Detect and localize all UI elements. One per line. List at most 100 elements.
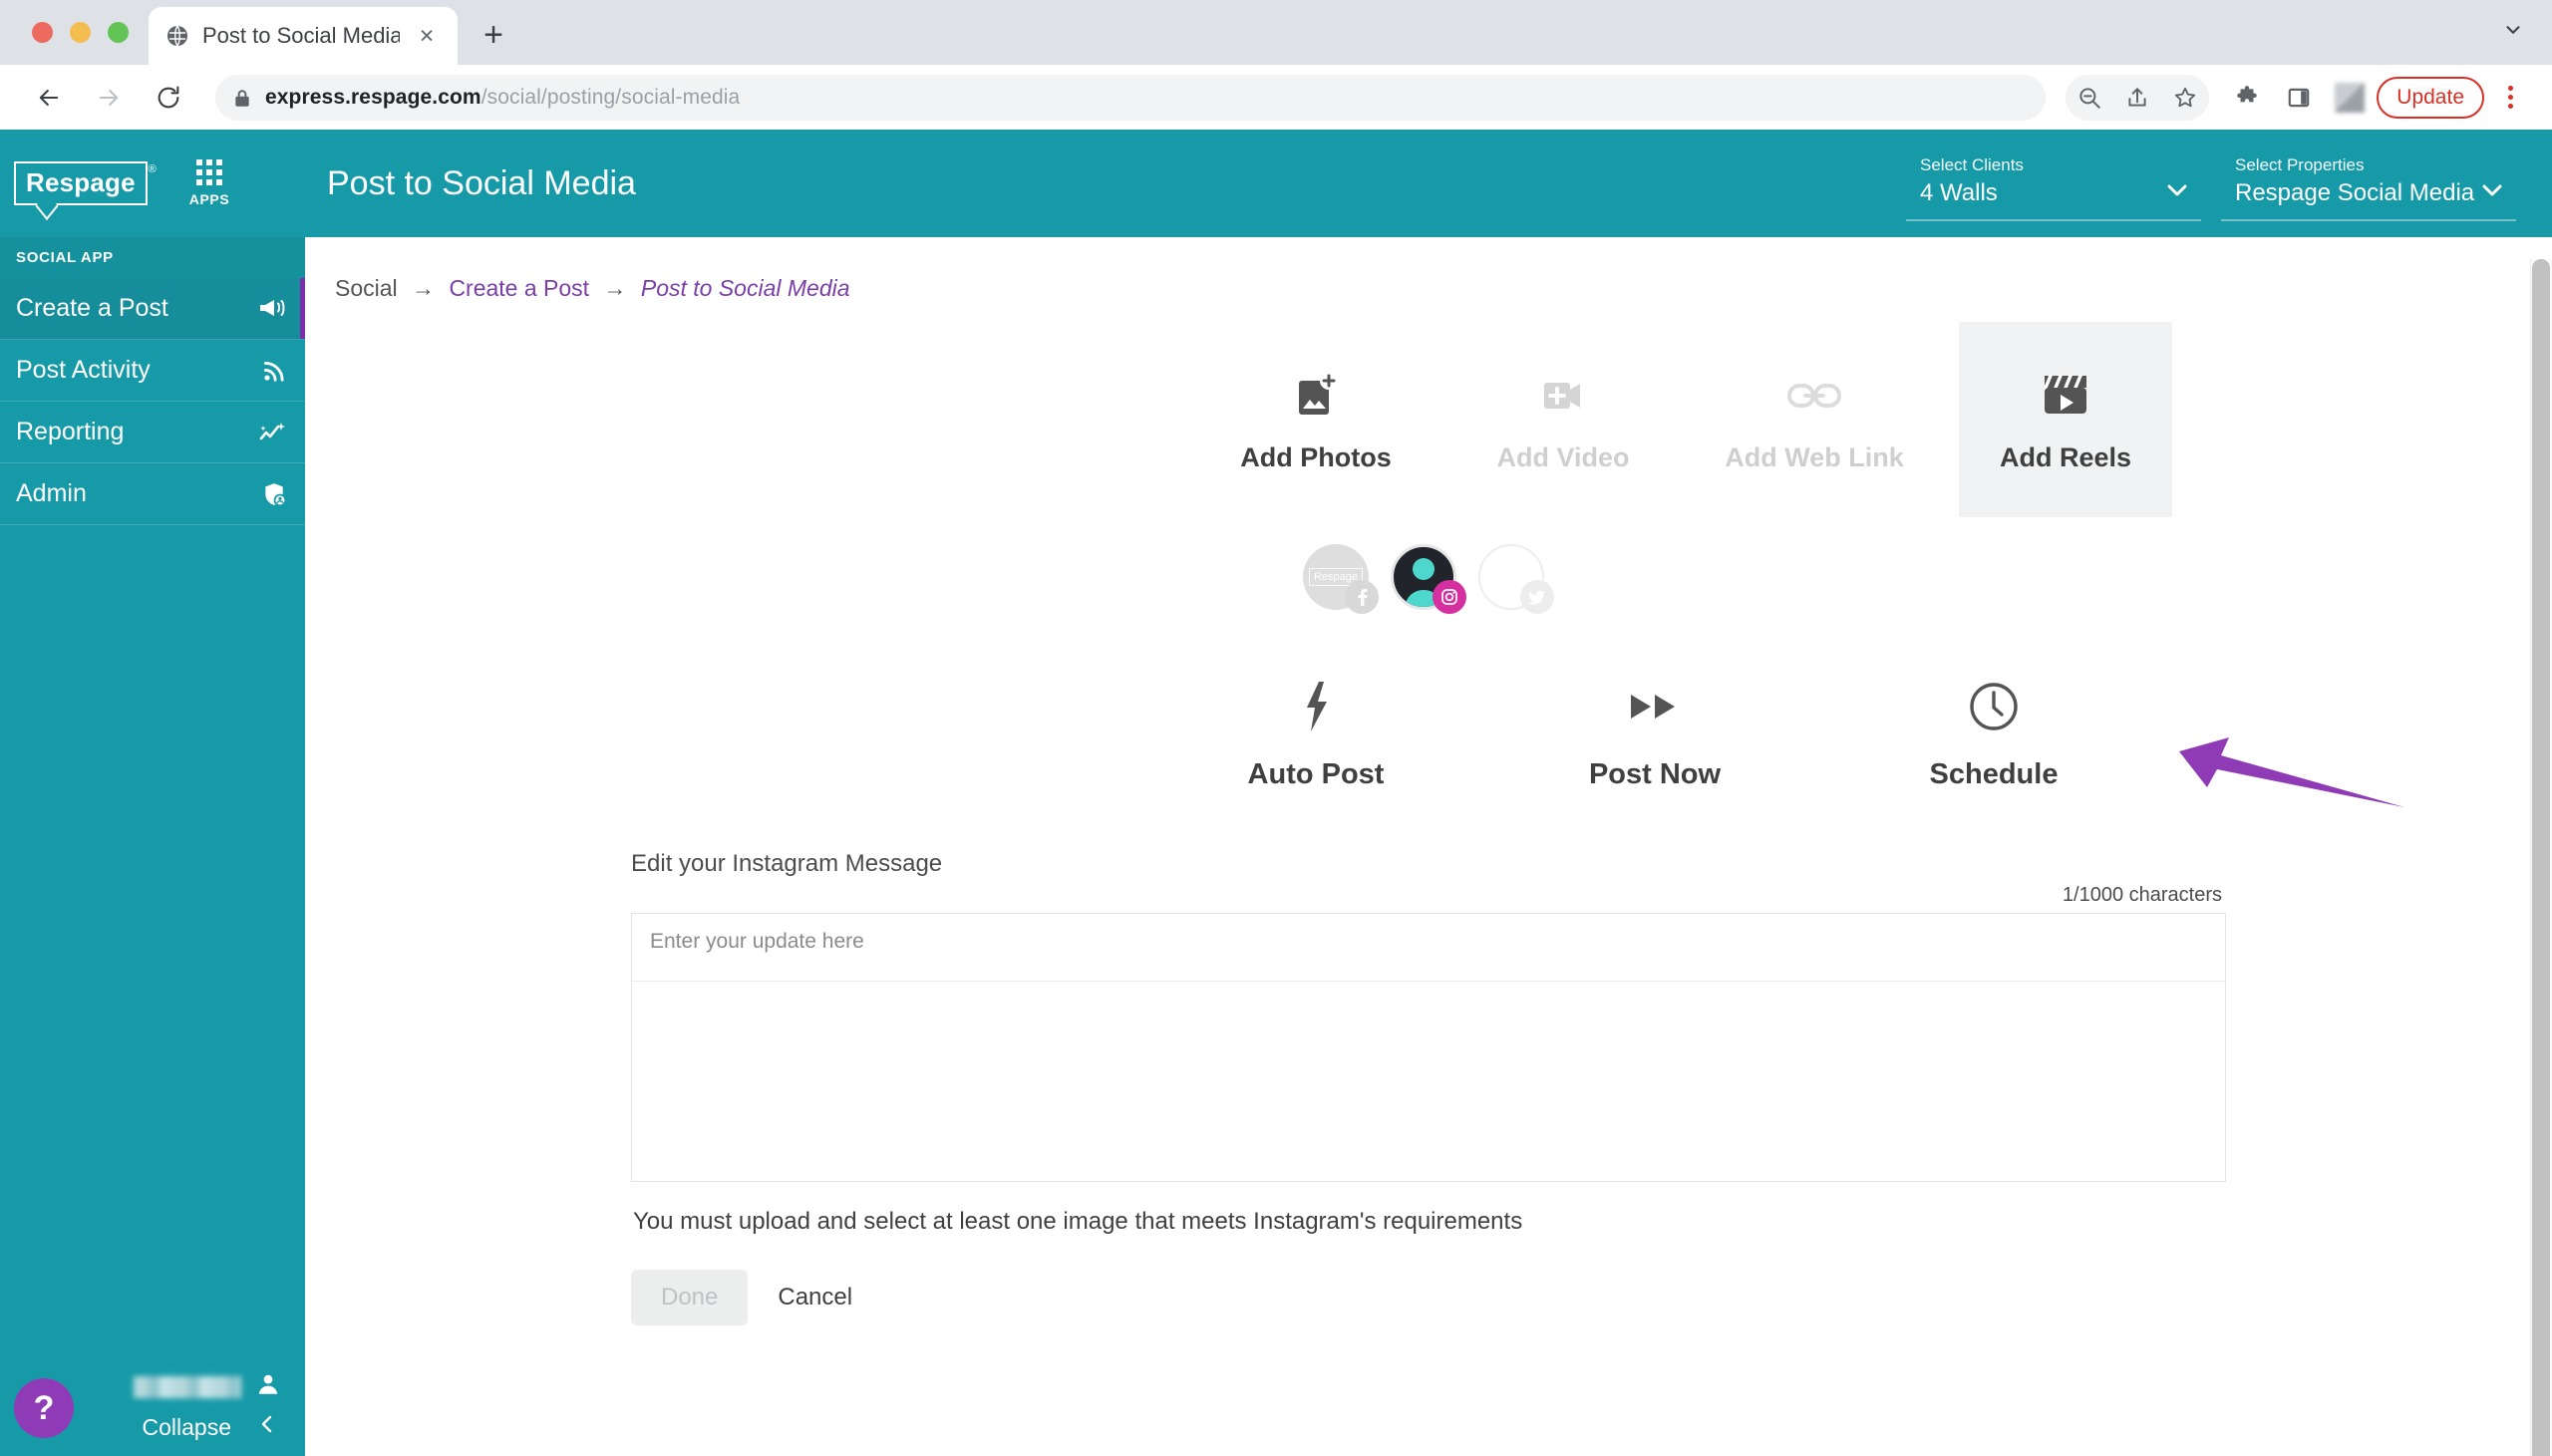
side-panel-icon[interactable] <box>2275 74 2323 122</box>
back-button[interactable] <box>22 71 76 125</box>
puzzle-icon[interactable] <box>2223 74 2271 122</box>
select-clients-label: Select Clients <box>1920 155 2024 174</box>
clock-icon <box>1968 679 2020 734</box>
post-now-label: Post Now <box>1588 757 1722 790</box>
message-editor-label: Edit your Instagram Message <box>631 850 943 877</box>
media-type-row: Add Photos Add Video Add Web Link Add Re… <box>631 322 2226 517</box>
sidebar-item-reporting[interactable]: Reporting <box>0 402 305 463</box>
sidebar-header: Respage ® APPS <box>0 130 305 237</box>
window-traffic-lights <box>0 22 129 65</box>
brand-logo[interactable]: Respage ® <box>14 161 157 205</box>
browser-tool-icons: Update <box>2223 74 2530 122</box>
sidebar-item-post-activity[interactable]: Post Activity <box>0 340 305 402</box>
page-scrollbar-track[interactable] <box>2530 259 2552 1456</box>
add-reels-label: Add Reels <box>1999 441 2132 472</box>
breadcrumb-separator: → <box>603 275 627 301</box>
address-bar-url: express.respage.com/social/posting/socia… <box>265 86 740 110</box>
minimize-window-button[interactable] <box>70 22 91 43</box>
browser-tabstrip: Post to Social Media × + <box>0 0 2552 65</box>
sidebar-item-label: Reporting <box>16 418 125 445</box>
message-textarea-placeholder: Enter your update here <box>650 930 864 953</box>
apps-label: APPS <box>188 191 230 207</box>
select-clients-value: 4 Walls <box>1920 179 1998 206</box>
add-web-link-card[interactable]: Add Web Link <box>1708 322 1921 517</box>
kebab-menu-icon[interactable] <box>2490 74 2530 122</box>
add-video-card[interactable]: Add Video <box>1456 322 1670 517</box>
form-buttons: Done Cancel <box>631 1236 2226 1325</box>
add-web-link-label: Add Web Link <box>1725 441 1904 472</box>
facebook-icon <box>1345 580 1379 614</box>
validation-warning: You must upload and select at least one … <box>633 1208 1523 1235</box>
breadcrumb: Social → Create a Post → Post to Social … <box>305 237 2552 302</box>
sidebar-item-admin[interactable]: Admin <box>0 463 305 525</box>
reload-button[interactable] <box>142 71 195 125</box>
chevron-down-icon[interactable] <box>2502 19 2524 47</box>
lock-icon <box>233 89 251 107</box>
select-properties-value: Respage Social Media <box>2235 179 2475 206</box>
add-photo-icon <box>1289 367 1343 425</box>
add-reels-card[interactable]: Add Reels <box>1959 322 2172 517</box>
account-facebook[interactable]: Respage <box>1303 544 1379 614</box>
schedule-card[interactable]: Schedule <box>1887 637 2100 832</box>
browser-tab-title: Post to Social Media <box>202 23 400 48</box>
rss-feed-icon <box>253 358 287 384</box>
post-now-card[interactable]: Post Now <box>1548 637 1761 832</box>
maximize-window-button[interactable] <box>108 22 129 43</box>
share-icon[interactable] <box>2113 74 2161 122</box>
post-action-row: Auto Post Post Now Schedule <box>631 637 2226 832</box>
chevron-down-icon <box>2167 180 2187 203</box>
help-button[interactable]: ? <box>14 1378 74 1438</box>
update-button[interactable]: Update <box>2377 76 2484 119</box>
new-tab-button[interactable]: + <box>468 9 519 61</box>
schedule-label: Schedule <box>1929 757 2059 790</box>
sidebar-item-label: Post Activity <box>16 356 151 384</box>
url-domain: express.respage.com <box>265 85 481 109</box>
add-photos-label: Add Photos <box>1240 441 1392 472</box>
search-minus-icon[interactable] <box>2066 74 2113 122</box>
sidebar-item-create-a-post[interactable]: Create a Post <box>0 278 305 340</box>
browser-tab[interactable]: Post to Social Media × <box>149 7 458 65</box>
message-editor: Edit your Instagram Message 1/1000 chara… <box>631 832 2226 1325</box>
url-path: /social/posting/social-media <box>480 85 741 109</box>
character-counter: 1/1000 characters <box>2062 884 2222 906</box>
analytics-icon <box>253 420 287 445</box>
social-accounts-row: Respage <box>631 517 2226 637</box>
page-content: Social → Create a Post → Post to Social … <box>305 237 2552 1456</box>
textarea-divider <box>632 981 2225 982</box>
grid-icon <box>196 159 223 185</box>
cancel-button[interactable]: Cancel <box>778 1284 852 1311</box>
add-video-label: Add Video <box>1496 441 1630 472</box>
collapse-label: Collapse <box>142 1413 232 1440</box>
sidebar: Respage ® APPS SOCIAL APP Create a Post … <box>0 130 305 1456</box>
breadcrumb-parent[interactable]: Create a Post <box>449 275 589 301</box>
app-header: Post to Social Media Select Clients 4 Wa… <box>305 130 2552 237</box>
browser-chrome: Post to Social Media × + express.respage… <box>0 0 2552 130</box>
auto-post-card[interactable]: Auto Post <box>1209 637 1423 832</box>
account-twitter[interactable] <box>1478 544 1554 614</box>
app-shell: Respage ® APPS SOCIAL APP Create a Post … <box>0 130 2552 1456</box>
star-icon[interactable] <box>2161 74 2209 122</box>
profile-avatar[interactable] <box>2335 82 2366 113</box>
address-bar[interactable]: express.respage.com/social/posting/socia… <box>215 74 2047 121</box>
omnibox-actions <box>2066 74 2210 122</box>
breadcrumb-root[interactable]: Social <box>335 275 398 301</box>
fast-forward-icon <box>1627 679 1683 734</box>
done-button[interactable]: Done <box>631 1270 749 1325</box>
close-window-button[interactable] <box>32 22 53 43</box>
chevron-left-icon <box>257 1412 277 1442</box>
page-scrollbar-thumb[interactable] <box>2532 259 2550 1456</box>
add-video-icon <box>1536 367 1590 425</box>
close-icon[interactable]: × <box>412 21 442 51</box>
message-textarea[interactable]: Enter your update here <box>631 913 2226 1182</box>
forward-button[interactable] <box>82 71 136 125</box>
account-instagram[interactable] <box>1391 544 1466 614</box>
select-clients-dropdown[interactable]: Select Clients 4 Walls <box>1906 146 2201 221</box>
twitter-icon <box>1520 580 1554 614</box>
megaphone-icon <box>253 296 287 322</box>
tabstrip-right <box>2502 19 2552 65</box>
apps-button[interactable]: APPS <box>189 159 230 207</box>
user-name-redacted <box>134 1375 241 1398</box>
add-photos-card[interactable]: Add Photos <box>1209 322 1423 517</box>
page-title: Post to Social Media <box>327 163 636 202</box>
select-properties-dropdown[interactable]: Select Properties Respage Social Media <box>2221 146 2516 221</box>
